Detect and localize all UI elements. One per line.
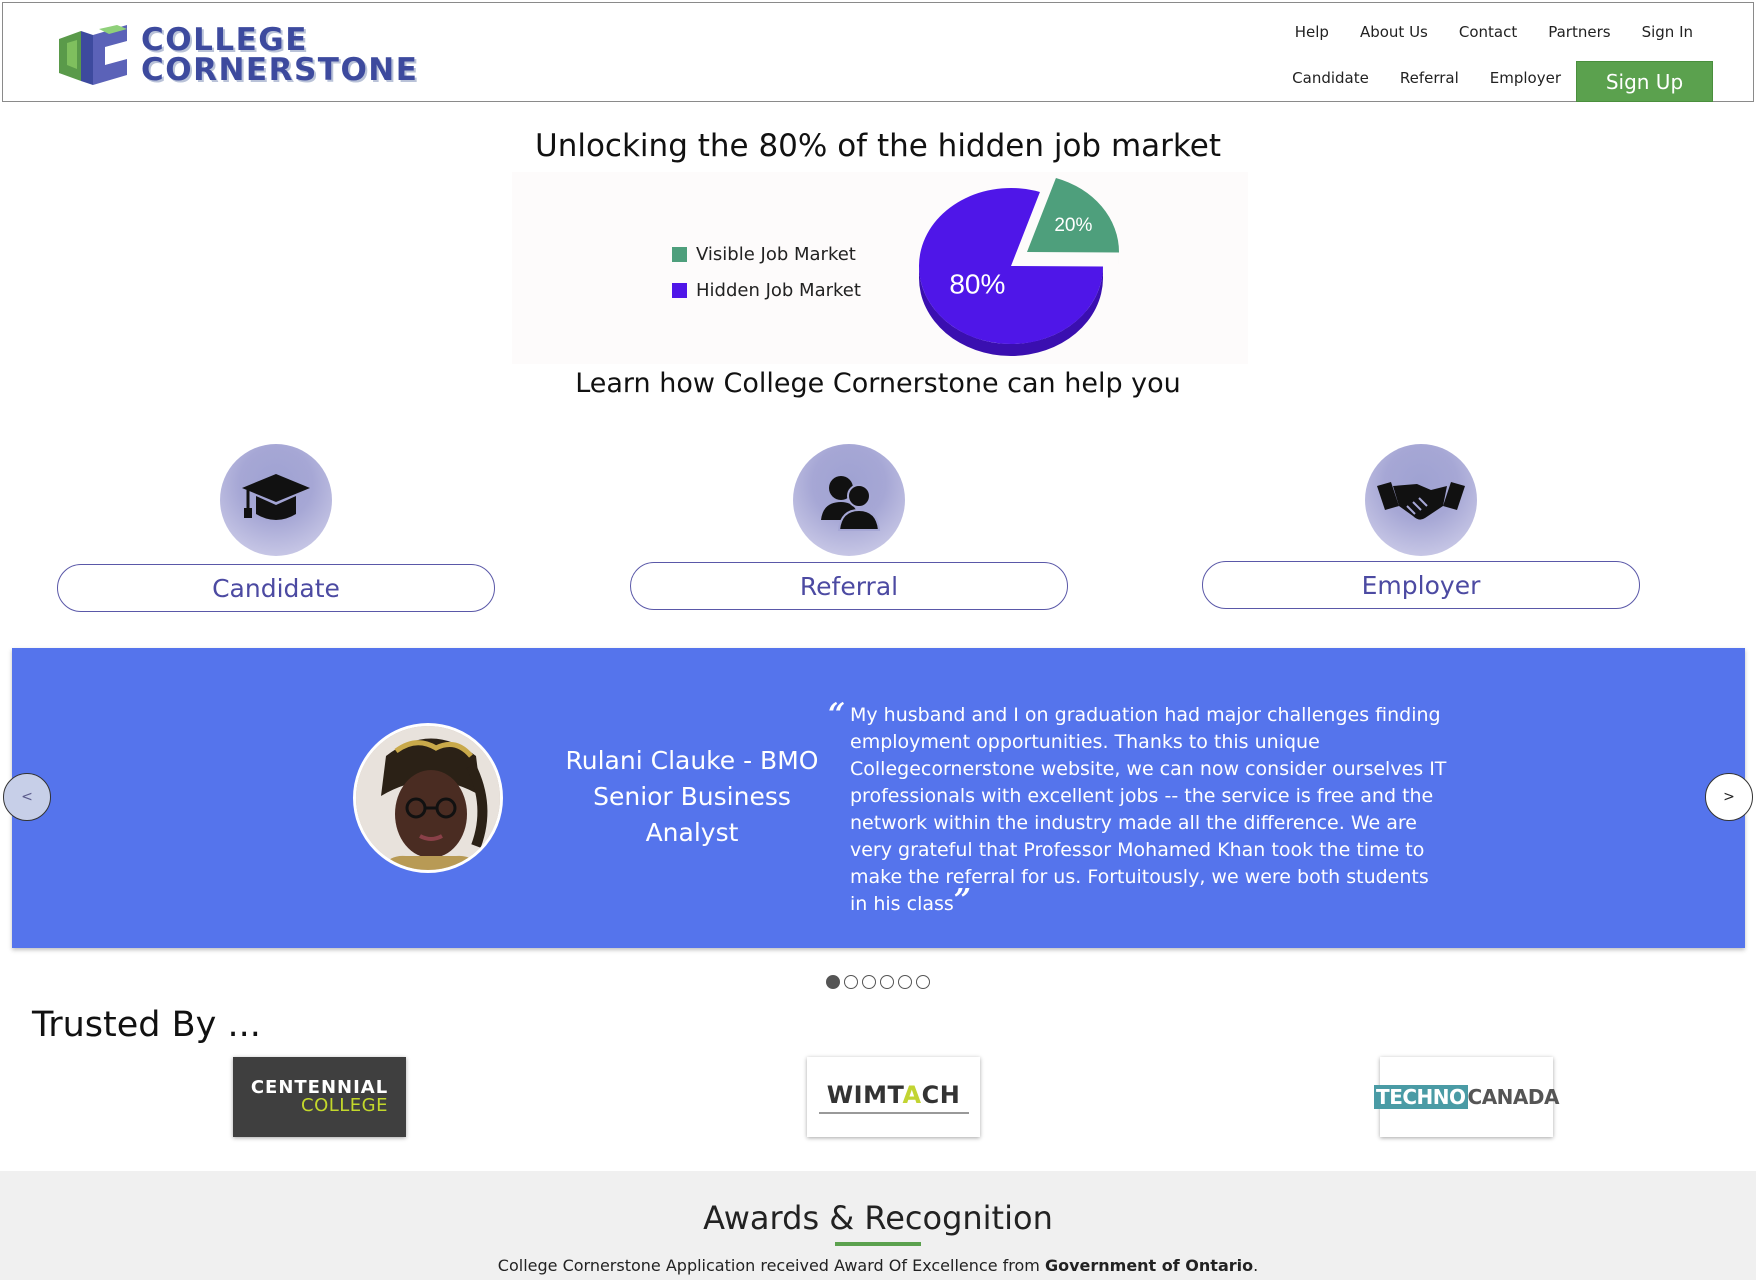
legend-swatch-hidden (672, 282, 687, 298)
employer-button[interactable]: Employer (1202, 561, 1640, 609)
carousel-next-button[interactable]: > (1705, 773, 1753, 821)
logo-line-1: COLLEGE (141, 22, 308, 58)
person-photo-icon (356, 726, 500, 870)
employer-badge[interactable] (1365, 444, 1477, 556)
awards-title: Awards & Recognition (703, 1199, 1053, 1237)
legend-label-visible: Visible Job Market (696, 243, 856, 265)
legend-item-visible: Visible Job Market (672, 236, 861, 272)
nav-partners[interactable]: Partners (1548, 23, 1610, 41)
wimtach-tagline-rule (818, 1111, 969, 1114)
role-nav: Candidate Referral Employer (1292, 69, 1561, 87)
testimonial-carousel: Rulani Clauke - BMO Senior Business Anal… (12, 648, 1745, 948)
carousel-indicators (826, 975, 930, 989)
legend-label-hidden: Hidden Job Market (696, 279, 861, 301)
awards-text: College Cornerstone Application received… (0, 1256, 1756, 1275)
wimtach-wordmark: WIMTACH (827, 1081, 961, 1109)
job-market-chart: Visible Job Market Hidden Job Market 20%… (512, 172, 1248, 364)
partner-techno-canada[interactable]: TECHNO CANADA (1374, 1057, 1559, 1137)
handshake-icon (1377, 482, 1465, 520)
graduation-cap-icon (242, 474, 310, 520)
people-icon (821, 476, 881, 531)
carousel-dot-4[interactable] (880, 975, 894, 989)
hero-title: Unlocking the 80% of the hidden job mark… (535, 128, 1221, 164)
legend-item-hidden: Hidden Job Market (672, 272, 861, 308)
author-line-1: Rulani Clauke - BMO (565, 746, 819, 775)
carousel-dot-1[interactable] (826, 975, 840, 989)
pie-label-1: 20% (1054, 215, 1092, 236)
logo-line-2: CORNERSTONE (141, 52, 419, 88)
referral-badge[interactable] (793, 444, 905, 556)
chart-legend: Visible Job Market Hidden Job Market (672, 236, 861, 308)
carousel-dot-3[interactable] (862, 975, 876, 989)
awards-text-bold: Government of Ontario (1044, 1256, 1254, 1275)
close-quote-mark: ” (953, 883, 972, 918)
wimtach-part-2: CH (921, 1080, 961, 1109)
testimonial-avatar (353, 723, 503, 873)
wimtach-part-a: A (902, 1080, 922, 1109)
author-line-3: Analyst (645, 818, 739, 847)
quote-text: My husband and I on graduation had major… (850, 704, 1447, 915)
open-quote-mark: “ (828, 697, 846, 732)
pie-label-2: 80% (949, 268, 1005, 299)
trusted-by-title: Trusted By ... (32, 1005, 261, 1045)
site-logo[interactable]: COLLEGE CORNERSTONE (59, 25, 417, 87)
techno-word: TECHNO (1374, 1085, 1468, 1109)
awards-text-end: . (1253, 1256, 1259, 1275)
top-nav: Help About Us Contact Partners Sign In (1295, 23, 1693, 41)
carousel-dot-2[interactable] (844, 975, 858, 989)
legend-swatch-visible (672, 246, 687, 262)
candidate-button[interactable]: Candidate (57, 564, 495, 612)
nav-referral[interactable]: Referral (1400, 69, 1459, 87)
pie-chart: 20% 80% (919, 177, 1119, 357)
candidate-badge[interactable] (220, 444, 332, 556)
awards-text-lead: College Cornerstone Application received… (497, 1256, 1045, 1275)
nav-sign-in[interactable]: Sign In (1642, 23, 1693, 41)
awards-section: Awards & Recognition College Cornerstone… (0, 1171, 1756, 1280)
awards-divider (835, 1242, 921, 1246)
partner-wimtach[interactable]: WIMTACH (807, 1057, 980, 1137)
section-subtitle: Learn how College Cornerstone can help y… (575, 368, 1181, 399)
nav-candidate[interactable]: Candidate (1292, 69, 1369, 87)
partner-centennial-college[interactable]: CENTENNIAL COLLEGE (233, 1057, 406, 1137)
wimtach-part-1: WIMT (826, 1080, 903, 1109)
carousel-dot-6[interactable] (916, 975, 930, 989)
logo-wordmark: COLLEGE CORNERSTONE (141, 22, 419, 88)
college-word: COLLEGE (301, 1095, 388, 1116)
sign-up-button[interactable]: Sign Up (1576, 61, 1713, 102)
cube-logo-icon (59, 25, 127, 85)
author-line-2: Senior Business (593, 782, 791, 811)
nav-about-us[interactable]: About Us (1360, 23, 1428, 41)
carousel-prev-button[interactable]: < (3, 773, 51, 821)
referral-button[interactable]: Referral (630, 562, 1068, 610)
carousel-dot-5[interactable] (898, 975, 912, 989)
nav-employer[interactable]: Employer (1490, 69, 1561, 87)
testimonial-author: Rulani Clauke - BMO Senior Business Anal… (542, 743, 842, 851)
site-header: COLLEGE CORNERSTONE Help About Us Contac… (2, 2, 1754, 102)
nav-contact[interactable]: Contact (1459, 23, 1517, 41)
testimonial-quote: “ My husband and I on graduation had maj… (828, 700, 1450, 918)
nav-help[interactable]: Help (1295, 23, 1329, 41)
canada-word: CANADA (1467, 1085, 1560, 1109)
